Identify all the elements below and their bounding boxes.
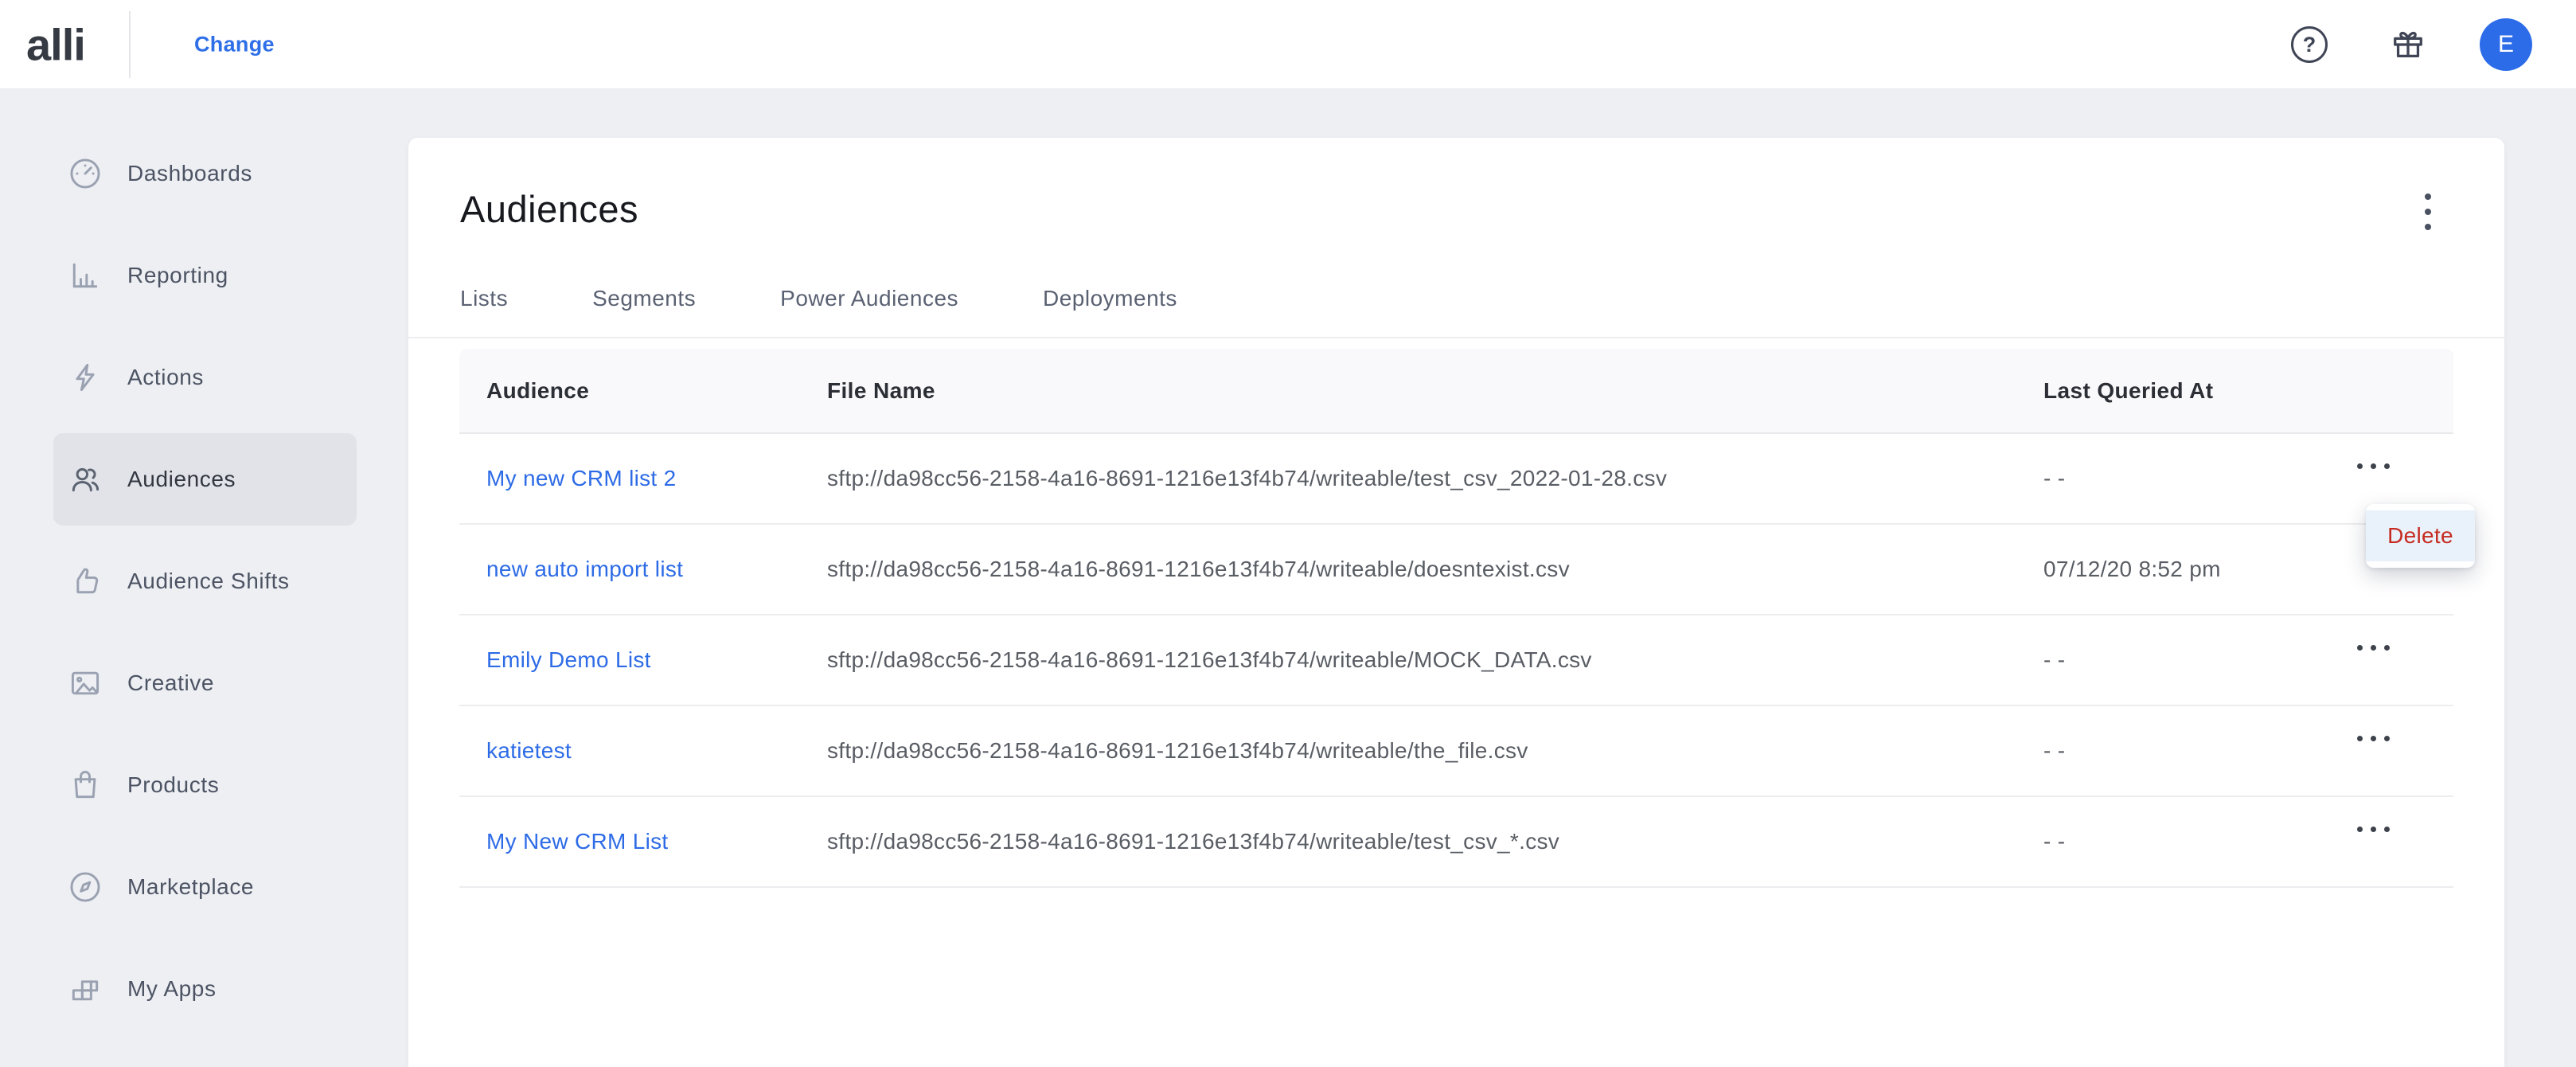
last-queried-at: 07/12/20 8:52 pm (2043, 557, 2221, 582)
file-name: sftp://da98cc56-2158-4a16-8691-1216e13f4… (827, 647, 1592, 673)
sidebar-item-actions[interactable]: Actions (0, 326, 408, 428)
bar-chart-icon (68, 258, 103, 293)
sidebar-item-label: Actions (127, 365, 204, 390)
page-title: Audiences (460, 187, 638, 231)
sidebar-item-products[interactable]: Products (0, 734, 408, 836)
row-kebab-menu-icon[interactable] (2354, 642, 2393, 654)
audiences-tabs: Lists Segments Power Audiences Deploymen… (460, 286, 1177, 311)
top-bar: alli Change ? E (0, 0, 2576, 89)
delete-menu-item[interactable]: Delete (2366, 510, 2475, 561)
sidebar-item-label: Products (127, 772, 219, 798)
sidebar-item-label: Audience Shifts (127, 569, 290, 594)
table-row: Emily Demo List sftp://da98cc56-2158-4a1… (459, 616, 2453, 706)
people-icon (68, 462, 103, 497)
gift-icon[interactable] (2390, 26, 2426, 63)
row-context-menu: Delete (2366, 504, 2475, 568)
topbar-divider (129, 11, 131, 78)
avatar[interactable]: E (2480, 18, 2532, 71)
alli-logo: alli (26, 18, 85, 70)
lightning-icon (68, 360, 103, 395)
tab-segments[interactable]: Segments (592, 286, 696, 311)
change-account-link[interactable]: Change (194, 32, 275, 57)
sidebar-item-label: My Apps (127, 976, 217, 1002)
sidebar-item-my-apps[interactable]: My Apps (0, 938, 408, 1040)
sidebar-item-reporting[interactable]: Reporting (0, 225, 408, 326)
audiences-table: Audience File Name Last Queried At My ne… (459, 349, 2453, 888)
panel-kebab-menu-icon[interactable] (2420, 189, 2436, 235)
row-kebab-menu-icon[interactable] (2354, 823, 2393, 835)
table-row: katietest sftp://da98cc56-2158-4a16-8691… (459, 706, 2453, 797)
audience-link[interactable]: katietest (486, 738, 572, 764)
speedometer-icon (68, 156, 103, 191)
help-icon[interactable]: ? (2291, 26, 2328, 63)
sidebar-item-label: Audiences (127, 467, 236, 492)
file-name: sftp://da98cc56-2158-4a16-8691-1216e13f4… (827, 466, 1667, 491)
last-queried-at: - - (2043, 466, 2065, 491)
compass-icon (68, 870, 103, 905)
table-header: Audience File Name Last Queried At (459, 349, 2453, 434)
tab-lists[interactable]: Lists (460, 286, 508, 311)
sidebar-item-label: Dashboards (127, 161, 252, 186)
last-queried-at: - - (2043, 647, 2065, 673)
audience-link[interactable]: new auto import list (486, 557, 683, 582)
table-row: new auto import list sftp://da98cc56-215… (459, 525, 2453, 616)
tab-divider (408, 337, 2504, 338)
file-name: sftp://da98cc56-2158-4a16-8691-1216e13f4… (827, 829, 1559, 854)
column-header-last-queried-at: Last Queried At (2043, 349, 2213, 432)
sidebar: Dashboards Reporting Actions Audiences (0, 89, 408, 1067)
sidebar-item-audience-shifts[interactable]: Audience Shifts (0, 530, 408, 632)
thumbs-up-icon (68, 564, 103, 599)
audience-link[interactable]: Emily Demo List (486, 647, 651, 673)
table-row: My New CRM List sftp://da98cc56-2158-4a1… (459, 797, 2453, 888)
column-header-audience: Audience (486, 349, 589, 432)
shopping-bag-icon (68, 768, 103, 803)
image-icon (68, 666, 103, 701)
audience-link[interactable]: My New CRM List (486, 829, 669, 854)
blocks-icon (68, 971, 103, 1006)
row-kebab-menu-icon[interactable] (2354, 733, 2393, 745)
column-header-file-name: File Name (827, 349, 935, 432)
sidebar-item-label: Creative (127, 670, 214, 696)
last-queried-at: - - (2043, 738, 2065, 764)
table-row: My new CRM list 2 sftp://da98cc56-2158-4… (459, 434, 2453, 525)
last-queried-at: - - (2043, 829, 2065, 854)
audience-link[interactable]: My new CRM list 2 (486, 466, 676, 491)
sidebar-item-marketplace[interactable]: Marketplace (0, 836, 408, 938)
tab-deployments[interactable]: Deployments (1043, 286, 1177, 311)
sidebar-item-dashboards[interactable]: Dashboards (0, 123, 408, 225)
row-kebab-menu-icon[interactable] (2354, 460, 2393, 472)
sidebar-item-label: Marketplace (127, 874, 254, 900)
file-name: sftp://da98cc56-2158-4a16-8691-1216e13f4… (827, 738, 1528, 764)
sidebar-item-creative[interactable]: Creative (0, 632, 408, 734)
audiences-panel: Audiences Lists Segments Power Audiences… (408, 138, 2504, 1067)
sidebar-item-audiences[interactable]: Audiences (0, 428, 408, 530)
avatar-initial: E (2498, 31, 2514, 58)
tab-power-audiences[interactable]: Power Audiences (780, 286, 958, 311)
sidebar-item-label: Reporting (127, 263, 228, 288)
file-name: sftp://da98cc56-2158-4a16-8691-1216e13f4… (827, 557, 1570, 582)
